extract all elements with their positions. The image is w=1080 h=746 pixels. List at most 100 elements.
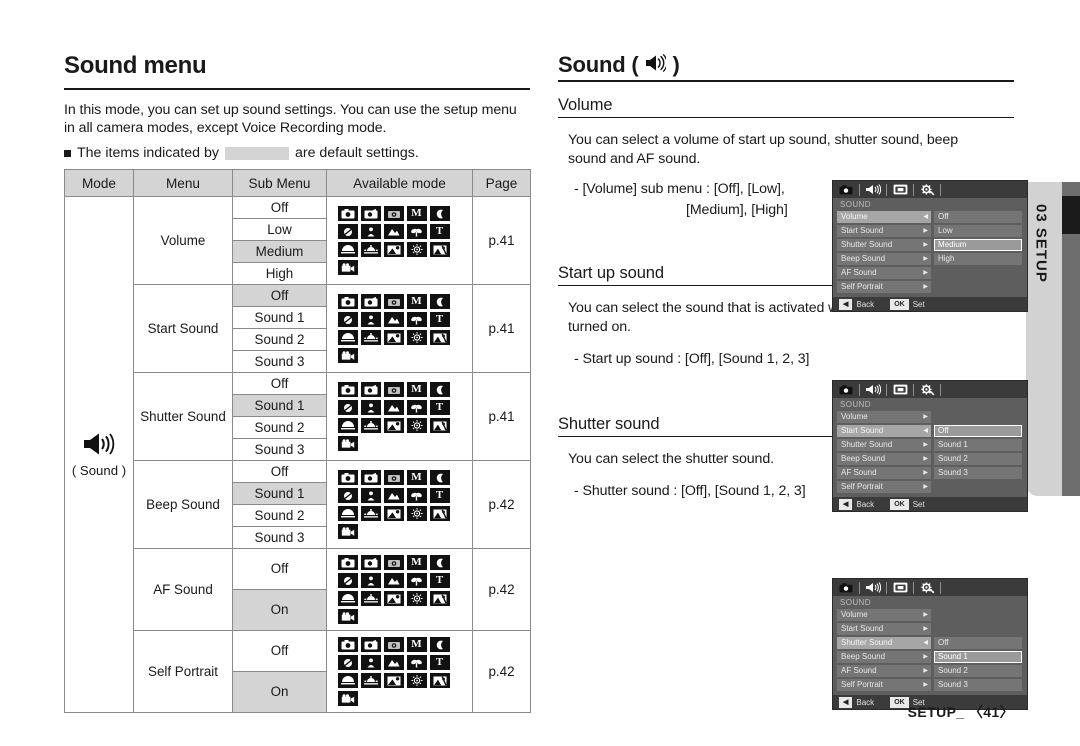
children-icon [360,224,381,239]
setup-gear-tab-icon[interactable] [916,581,938,595]
sound-tab-icon[interactable] [862,581,884,595]
lcd-option-row[interactable]: Sound 1 [934,439,1022,451]
table-row: AF Sound Off M Tp.42 [65,548,531,631]
display-tab-icon[interactable] [889,581,911,595]
portrait-icon [337,655,358,670]
volume-heading: Volume [558,96,613,114]
lcd-option-row[interactable]: Medium [934,239,1022,251]
lcd-menu-row-label: Start Sound [841,226,884,235]
lcd-option-row[interactable]: Off [934,211,1022,223]
default-settings-note: The items indicated by are default setti… [64,144,530,162]
lcd-menu-row[interactable]: Beep Sound ▶ [837,651,931,663]
submenu-cell: On [232,589,327,631]
lcd-menu-row[interactable]: Volume ▶ [837,609,931,621]
menu-name-cell: Volume [133,196,233,285]
lcd-tab-separator [859,581,860,594]
lcd-menu-row[interactable]: Self Portrait ▶ [837,281,931,293]
lcd-menu-row-label: Shutter Sound [841,638,893,647]
landscape-icon [383,400,404,415]
lcd-option-empty [934,411,1022,423]
program-icon [360,470,381,485]
camera-tab-icon[interactable] [835,383,857,397]
children-icon [360,488,381,503]
lcd-menu-row[interactable]: Shutter Sound ▶ [837,239,931,251]
lcd-menu-row[interactable]: Beep Sound ▶ [837,253,931,265]
lcd-tab-separator [886,383,887,396]
lcd-back-label: Back [856,299,875,309]
lcd-menu-row[interactable]: Self Portrait ▶ [837,679,931,691]
lcd-menu-row[interactable]: AF Sound ▶ [837,267,931,279]
dawn-icon [360,673,381,688]
setup-gear-tab-icon[interactable] [916,383,938,397]
dawn-icon [360,591,381,606]
lcd-option-row[interactable]: Sound 2 [934,453,1022,465]
portrait-icon [337,312,358,327]
lcd-menu-row[interactable]: Start Sound ▶ [837,225,931,237]
submenu-cell: Off [232,630,327,672]
lcd-menu-row[interactable]: AF Sound ▶ [837,467,931,479]
lcd-menu-row[interactable]: Volume ◀ [837,211,931,223]
lcd-tab-separator [913,183,914,196]
lcd-tab-separator [940,183,941,196]
portrait-icon [337,488,358,503]
lcd-option-row[interactable]: Sound 2 [934,665,1022,677]
lcd-tab-bar [833,181,1027,198]
volume-option-line1: - [Volume] sub menu : [Off], [Low], [574,181,785,197]
fireworks-icon [406,330,427,345]
lcd-ok-key[interactable]: OK [890,298,909,310]
lcd-back-key[interactable]: ◀ [839,498,853,510]
lcd-menu-row[interactable]: Start Sound ◀ [837,425,931,437]
chevron-right-icon: ▶ [923,612,928,618]
sound-tab-icon[interactable] [862,183,884,197]
lcd-option-row[interactable]: High [934,253,1022,265]
lcd-menu-row[interactable]: Beep Sound ▶ [837,453,931,465]
lcd-menu-row[interactable]: AF Sound ▶ [837,665,931,677]
display-tab-icon[interactable] [889,183,911,197]
section-title: Sound ( ) [558,52,1014,78]
display-tab-icon[interactable] [889,383,911,397]
camera-tab-icon[interactable] [835,183,857,197]
setup-gear-tab-icon[interactable] [916,183,938,197]
available-mode-cell: MT [326,196,473,285]
sound-tab-icon[interactable] [862,383,884,397]
lcd-option-row[interactable]: Off [934,637,1022,649]
lcd-ok-label: Set [912,499,925,509]
lcd-menu-row[interactable]: Volume ▶ [837,411,931,423]
submenu-cell: Sound 3 [232,438,327,461]
lcd-option-row[interactable]: Sound 3 [934,679,1022,691]
chevron-right-icon: ▶ [923,626,928,632]
dawn-icon [360,330,381,345]
default-note-prefix: The items indicated by [77,145,219,161]
lcd-menu-row[interactable]: Self Portrait ▶ [837,481,931,493]
lcd-option-row[interactable]: Off [934,425,1022,437]
chevron-right-icon: ▶ [923,668,928,674]
chevron-right-icon: ▶ [923,284,928,290]
lcd-menu-row[interactable]: Start Sound ▶ [837,623,931,635]
lcd-menu-row[interactable]: Shutter Sound ◀ [837,637,931,649]
manual-M-icon: M [406,637,427,652]
text-T-icon: T [429,312,450,327]
sunset-icon [337,506,358,521]
lcd-option-row[interactable]: Low [934,225,1022,237]
lcd-back-key[interactable]: ◀ [839,298,853,310]
chevron-right-icon: ▶ [923,442,928,448]
lcd-menu-row[interactable]: Shutter Sound ▶ [837,439,931,451]
available-mode-cell: MT [326,372,473,461]
lcd-option-row[interactable]: Sound 1 [934,651,1022,663]
lcd-menu-column: Volume ▶ Start Sound ▶ Shutter Sound ◀ Beep So… [837,609,931,693]
intro-line-2: in all camera modes, except Voice Record… [64,120,387,136]
text-T-icon: T [429,488,450,503]
lcd-option-row[interactable]: Sound 3 [934,467,1022,479]
movie-icon [337,348,358,363]
intro-line-1: In this mode, you can set up sound setti… [64,102,517,118]
lcd-tab-separator [940,581,941,594]
lcd-ok-key[interactable]: OK [890,498,909,510]
table-row: ( Sound ) Volume Off M Tp.41 [64,196,531,713]
manual-M-icon: M [406,294,427,309]
lcd-menu-row-label: Beep Sound [841,254,886,263]
volume-body: You can select a volume of start up soun… [568,132,958,167]
page-footer: SETUP_ 〈41〉 [0,702,1014,722]
text-T-icon: T [429,224,450,239]
available-mode-icon-grid: MT [337,206,462,275]
camera-tab-icon[interactable] [835,581,857,595]
